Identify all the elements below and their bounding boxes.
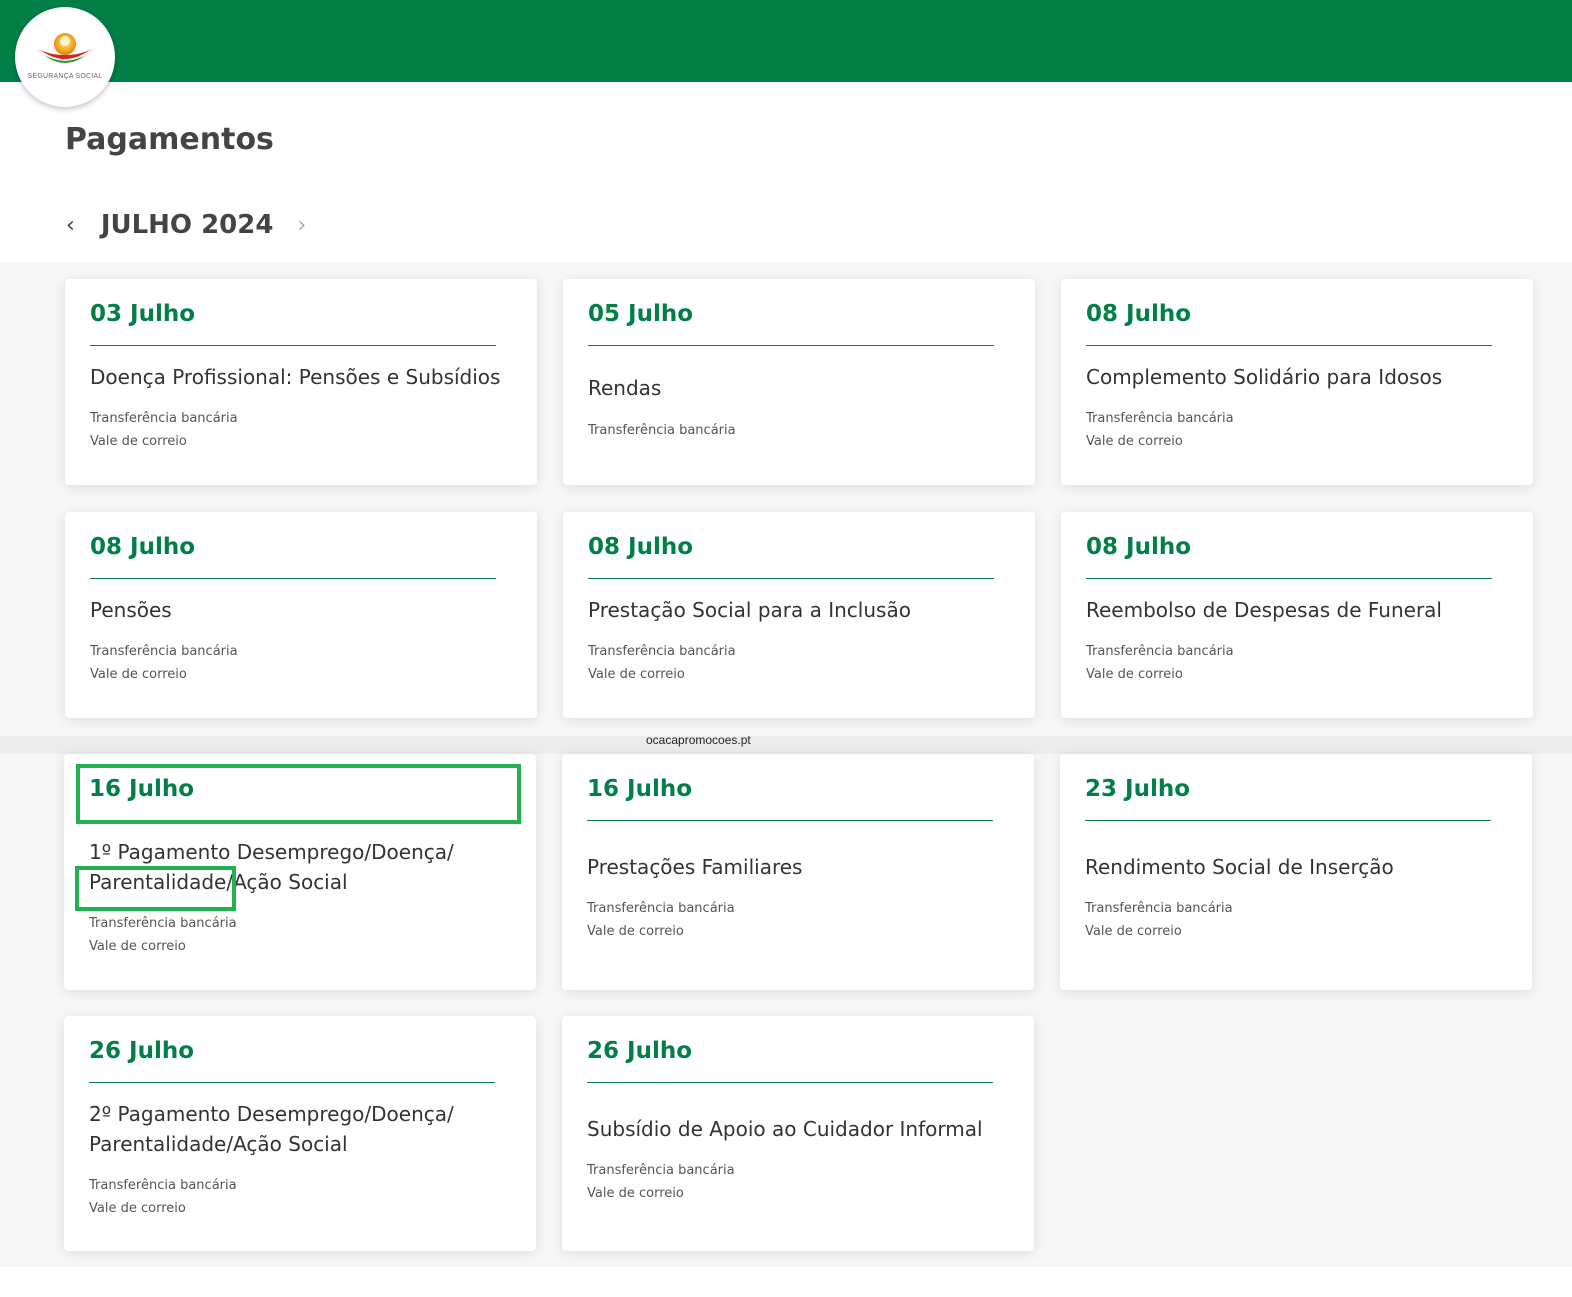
payment-card[interactable]: 08 Julho Pensões Transferência bancária … [65, 512, 537, 718]
payment-methods: Transferência bancária Vale de correio [587, 1159, 735, 1205]
card-title: Rendas [588, 376, 662, 400]
payment-method: Vale de correio [587, 924, 684, 939]
month-label: JULHO 2024 [100, 210, 274, 240]
payment-method: Transferência bancária [89, 916, 237, 931]
payment-method: Vale de correio [90, 434, 187, 449]
payment-method: Vale de correio [89, 939, 186, 954]
card-title: Subsídio de Apoio ao Cuidador Informal [587, 1117, 983, 1141]
payment-method: Vale de correio [90, 667, 187, 682]
payment-method: Transferência bancária [90, 411, 238, 426]
separator-band [0, 736, 1572, 754]
payment-methods: Transferência bancária Vale de correio [89, 1174, 237, 1220]
payment-method: Transferência bancária [588, 423, 736, 438]
card-title: Complemento Solidário para Idosos [1086, 365, 1443, 389]
card-title: Prestação Social para a Inclusão [588, 598, 911, 622]
payment-methods: Transferência bancária Vale de correio [1085, 897, 1233, 943]
card-title: Prestações Familiares [587, 855, 803, 879]
card-date: 08 Julho [90, 534, 196, 560]
card-date: 26 Julho [89, 1038, 195, 1064]
payment-methods: Transferência bancária Vale de correio [588, 640, 736, 686]
payment-method: Vale de correio [1086, 667, 1183, 682]
card-title: Pensões [90, 598, 172, 622]
payment-methods: Transferência bancária Vale de correio [89, 912, 237, 958]
card-date: 26 Julho [587, 1038, 693, 1064]
payment-card[interactable]: 16 Julho Prestações Familiares Transferê… [562, 754, 1034, 990]
card-divider [588, 578, 994, 579]
page-title: Pagamentos [65, 122, 274, 157]
payment-methods: Transferência bancária Vale de correio [1086, 640, 1234, 686]
card-divider [587, 1082, 993, 1083]
highlight-box-parentalidade [75, 866, 236, 911]
payment-method: Transferência bancária [1086, 644, 1234, 659]
card-date: 08 Julho [588, 534, 694, 560]
highlight-box-date [76, 764, 521, 824]
card-title: 2º Pagamento Desemprego/Doença/ Parental… [89, 1102, 454, 1156]
payment-methods: Transferência bancária Vale de correio [90, 640, 238, 686]
month-navigator: ‹ JULHO 2024 › [66, 205, 306, 245]
payment-method: Transferência bancária [1085, 901, 1233, 916]
card-title: Doença Profissional: Pensões e Subsídios [90, 365, 501, 389]
card-divider [588, 345, 994, 346]
card-divider [90, 345, 496, 346]
payment-method: Transferência bancária [1086, 411, 1234, 426]
card-divider [1086, 345, 1492, 346]
payment-method: Vale de correio [1085, 924, 1182, 939]
card-divider [1086, 578, 1492, 579]
card-date: 03 Julho [90, 301, 196, 327]
payment-card[interactable]: 03 Julho Doença Profissional: Pensões e … [65, 279, 537, 485]
payment-methods: Transferência bancária Vale de correio [1086, 407, 1234, 453]
card-date: 05 Julho [588, 301, 694, 327]
payment-card[interactable]: 26 Julho 2º Pagamento Desemprego/Doença/… [64, 1016, 536, 1251]
card-divider [89, 1082, 495, 1083]
seguranca-social-logo[interactable]: SEGURANÇA SOCIAL [15, 7, 115, 107]
payment-method: Vale de correio [587, 1186, 684, 1201]
payment-methods: Transferência bancária Vale de correio [587, 897, 735, 943]
payment-method: Vale de correio [1086, 434, 1183, 449]
payment-method: Transferência bancária [587, 901, 735, 916]
card-divider [1085, 820, 1491, 821]
payment-method: Transferência bancária [89, 1178, 237, 1193]
payment-methods: Transferência bancária [588, 419, 736, 442]
payment-card[interactable]: 08 Julho Prestação Social para a Inclusã… [563, 512, 1035, 718]
card-date: 23 Julho [1085, 776, 1191, 802]
payment-method: Transferência bancária [588, 644, 736, 659]
watermark-text: ocacapromocoes.pt [646, 733, 751, 747]
payment-methods: Transferência bancária Vale de correio [90, 407, 238, 453]
chevron-right-icon[interactable]: › [297, 213, 306, 238]
card-date: 16 Julho [587, 776, 693, 802]
card-date: 08 Julho [1086, 534, 1192, 560]
payment-method: Vale de correio [588, 667, 685, 682]
card-date: 08 Julho [1086, 301, 1192, 327]
payment-card[interactable]: 08 Julho Reembolso de Despesas de Funera… [1061, 512, 1533, 718]
card-title: Reembolso de Despesas de Funeral [1086, 598, 1442, 622]
payment-method: Transferência bancária [587, 1163, 735, 1178]
card-divider [587, 820, 993, 821]
payment-method: Transferência bancária [90, 644, 238, 659]
payment-card[interactable]: 08 Julho Complemento Solidário para Idos… [1061, 279, 1533, 485]
payment-card[interactable]: 23 Julho Rendimento Social de Inserção T… [1060, 754, 1532, 990]
card-title: Rendimento Social de Inserção [1085, 855, 1394, 879]
logo-emblem-icon [37, 33, 93, 63]
payment-method: Vale de correio [89, 1201, 186, 1216]
card-divider [90, 578, 496, 579]
top-bar [0, 0, 1572, 82]
logo-text: SEGURANÇA SOCIAL [27, 73, 103, 80]
payment-card[interactable]: 05 Julho Rendas Transferência bancária [563, 279, 1035, 485]
payment-card[interactable]: 26 Julho Subsídio de Apoio ao Cuidador I… [562, 1016, 1034, 1251]
chevron-left-icon[interactable]: ‹ [66, 213, 75, 238]
